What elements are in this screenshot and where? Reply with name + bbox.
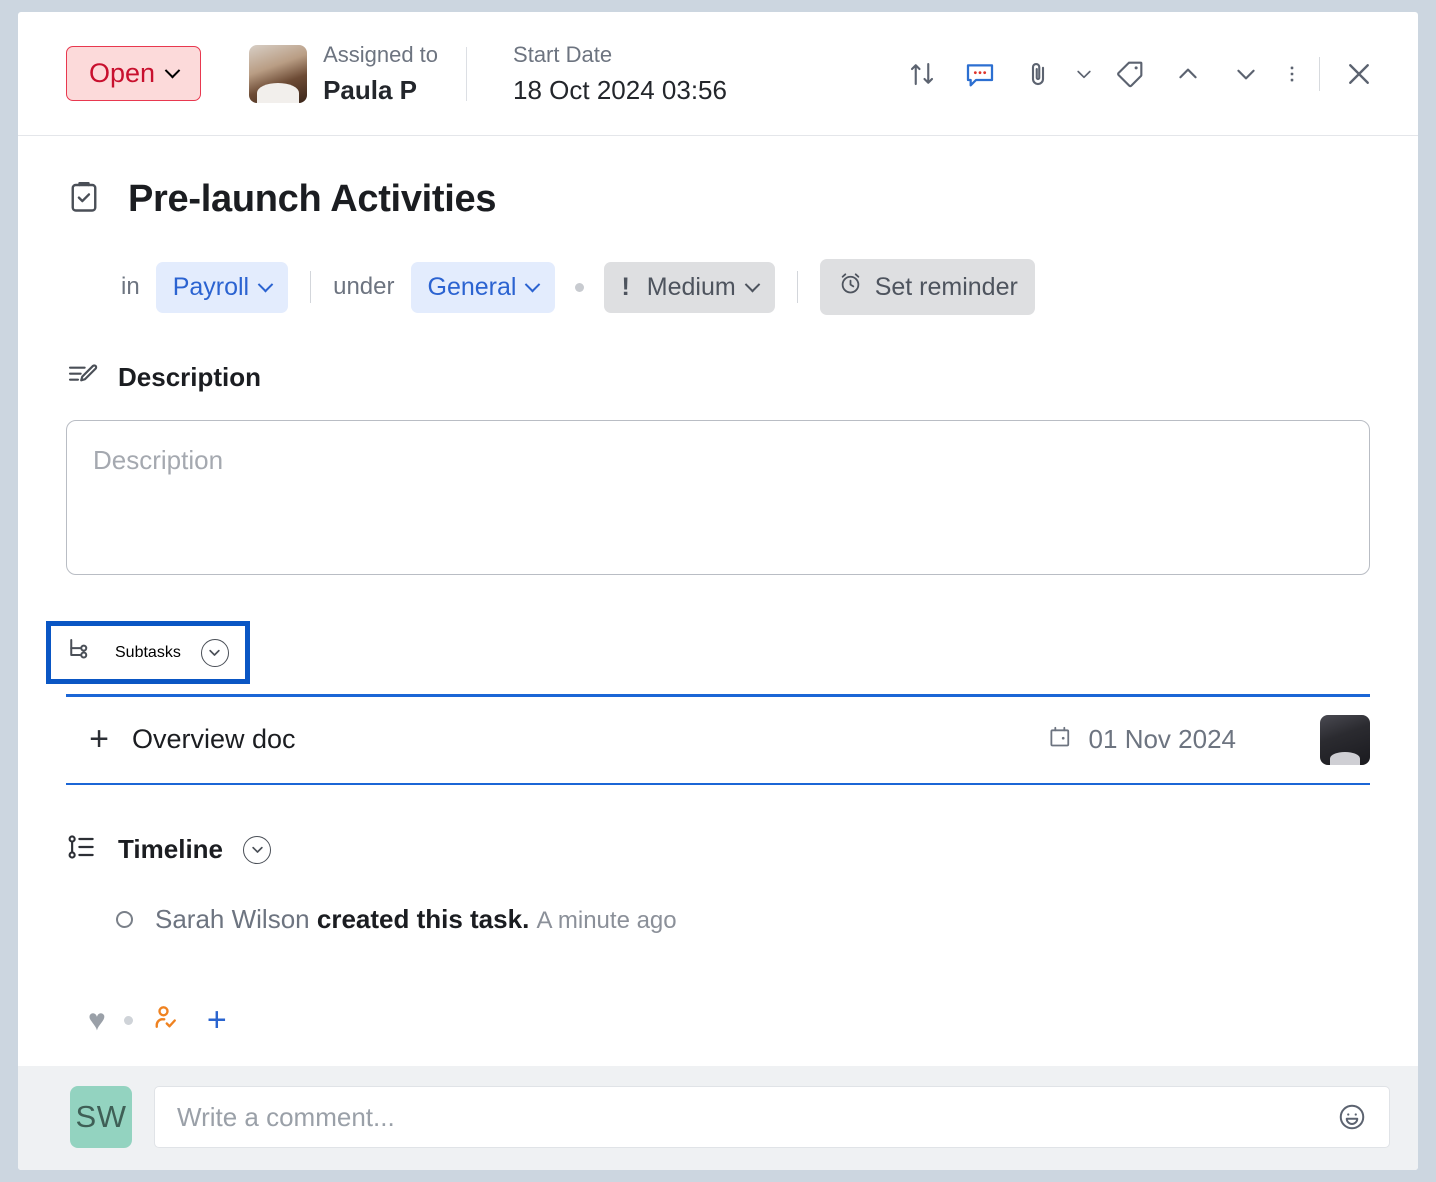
- title-row: Pre-launch Activities: [66, 178, 1370, 221]
- meta-divider-2: [797, 271, 798, 303]
- tag-icon[interactable]: [1101, 45, 1159, 103]
- more-options-icon[interactable]: [1275, 45, 1309, 103]
- table-row[interactable]: + Overview doc 01 Nov 2024: [66, 697, 1370, 783]
- description-section-header: Description: [66, 359, 1370, 396]
- assignee-name: Paula P: [323, 75, 438, 106]
- calendar-icon: [1048, 723, 1075, 757]
- avatar: SW: [70, 1086, 132, 1148]
- priority-label: Medium: [647, 273, 736, 302]
- comment-placeholder: Write a comment...: [177, 1102, 395, 1133]
- add-reaction-button[interactable]: +: [207, 1001, 227, 1040]
- assignee-caption: Assigned to: [323, 42, 438, 68]
- header-toolbar: [893, 45, 1388, 103]
- reaction-separator: [124, 1016, 133, 1025]
- chevron-down-icon: [165, 63, 181, 79]
- comment-icon[interactable]: [951, 45, 1009, 103]
- task-meta-row: in Payroll under General ! Medium: [121, 259, 1370, 315]
- header-divider: [466, 47, 467, 101]
- reaction-bar: ♥ +: [88, 1001, 1370, 1040]
- chevron-down-icon: [525, 276, 541, 292]
- subtask-name: Overview doc: [132, 724, 296, 755]
- list-item: Sarah Wilson created this task. A minute…: [116, 904, 1370, 935]
- timeline-dot-icon: [116, 911, 133, 928]
- task-detail-window: Open Assigned to Paula P Start Date 18 O…: [18, 12, 1418, 1170]
- attachment-icon[interactable]: [1009, 45, 1067, 103]
- set-reminder-label: Set reminder: [875, 273, 1018, 302]
- project-label: Payroll: [173, 273, 249, 302]
- attachment-chevron-icon[interactable]: [1067, 45, 1101, 103]
- timeline-entry-text: Sarah Wilson created this task. A minute…: [155, 904, 677, 935]
- timeline-timestamp: A minute ago: [537, 907, 677, 934]
- emoji-picker-icon[interactable]: [1337, 1102, 1367, 1132]
- description-input[interactable]: Description: [66, 420, 1370, 575]
- previous-icon[interactable]: [1159, 45, 1217, 103]
- meta-divider: [310, 271, 311, 303]
- start-date-value: 18 Oct 2024 03:56: [513, 75, 727, 106]
- comment-composer: SW Write a comment...: [18, 1066, 1418, 1170]
- toolbar-divider: [1319, 57, 1320, 91]
- timeline-collapse-toggle[interactable]: [243, 836, 271, 864]
- start-date-field[interactable]: Start Date 18 Oct 2024 03:56: [513, 42, 727, 106]
- assignee-block[interactable]: Assigned to Paula P: [249, 42, 438, 106]
- subtasks-heading: Subtasks: [115, 644, 181, 662]
- comment-input[interactable]: Write a comment...: [154, 1086, 1390, 1148]
- timeline-heading: Timeline: [118, 834, 223, 865]
- page-title: Pre-launch Activities: [128, 178, 496, 221]
- priority-dropdown[interactable]: ! Medium: [604, 262, 774, 313]
- status-dropdown[interactable]: Open: [66, 46, 201, 101]
- subtask-due-date[interactable]: 01 Nov 2024: [1048, 723, 1236, 757]
- subtasks-collapse-toggle[interactable]: [201, 639, 229, 667]
- status-label: Open: [89, 60, 155, 87]
- description-heading: Description: [118, 362, 261, 393]
- in-label: in: [121, 273, 140, 301]
- set-reminder-button[interactable]: Set reminder: [820, 259, 1035, 315]
- timeline-section-header: Timeline: [66, 831, 1370, 868]
- timeline-action: created this task.: [317, 904, 529, 934]
- close-icon[interactable]: [1330, 45, 1388, 103]
- assignee-field: Assigned to Paula P: [323, 42, 438, 106]
- avatar: [249, 45, 307, 103]
- description-placeholder: Description: [93, 445, 223, 475]
- project-dropdown[interactable]: Payroll: [156, 262, 288, 313]
- heart-icon[interactable]: ♥: [88, 1004, 106, 1038]
- timeline-icon: [66, 831, 98, 868]
- subtask-tree-icon: [65, 635, 95, 670]
- list-dropdown[interactable]: General: [411, 262, 556, 313]
- sort-icon[interactable]: [893, 45, 951, 103]
- subtasks-section: Subtasks + Overview doc: [66, 621, 1370, 785]
- clipboard-check-icon: [66, 179, 102, 220]
- subtask-assignee-avatar[interactable]: [1320, 715, 1370, 765]
- chevron-down-icon: [258, 276, 274, 292]
- subtasks-section-header[interactable]: Subtasks: [46, 621, 250, 684]
- next-icon[interactable]: [1217, 45, 1275, 103]
- alarm-icon: [837, 270, 864, 304]
- subtask-date-label: 01 Nov 2024: [1089, 724, 1236, 755]
- subtasks-bottom-rule: [66, 783, 1370, 786]
- under-label: under: [333, 273, 394, 301]
- task-body: Pre-launch Activities in Payroll under G…: [18, 136, 1418, 1170]
- chevron-down-icon: [744, 276, 760, 292]
- expand-subtask-icon[interactable]: +: [66, 720, 132, 759]
- timeline-actor: Sarah Wilson: [155, 904, 310, 934]
- meta-dot: [575, 283, 584, 292]
- follower-check-icon[interactable]: [151, 1003, 181, 1038]
- task-header: Open Assigned to Paula P Start Date 18 O…: [18, 12, 1418, 136]
- start-date-caption: Start Date: [513, 42, 727, 68]
- list-label: General: [428, 273, 517, 302]
- priority-marker-icon: !: [621, 273, 629, 302]
- description-icon: [66, 359, 98, 396]
